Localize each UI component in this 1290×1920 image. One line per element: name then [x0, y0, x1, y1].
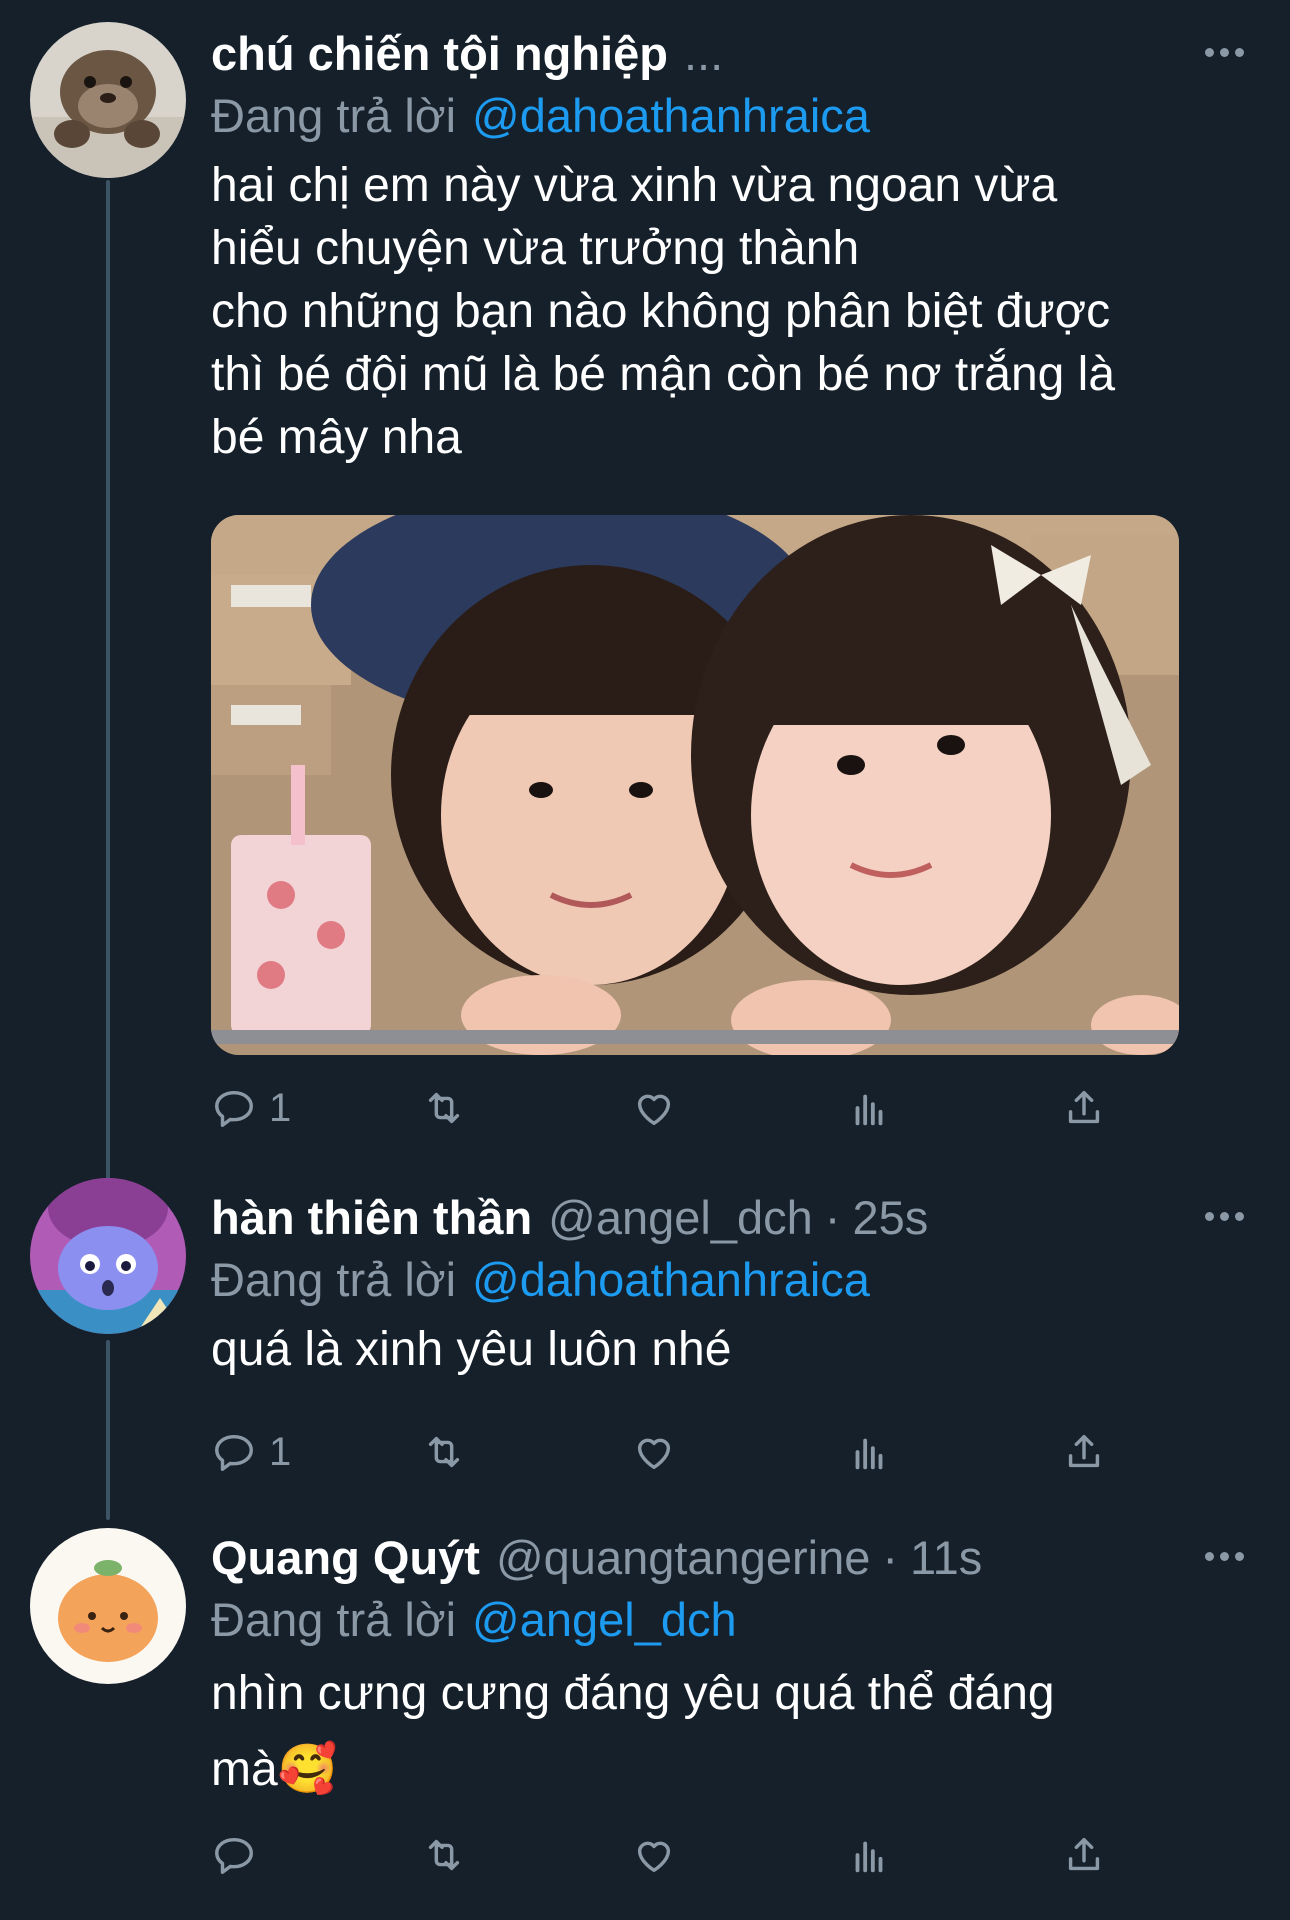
reply-icon [215, 1434, 253, 1471]
tweet-actions: 1 [211, 1422, 1141, 1482]
more-icon[interactable] [1194, 1196, 1254, 1236]
more-icon[interactable] [1194, 1536, 1254, 1576]
tweet-header: hàn thiên thần @angel_dch · 25s [211, 1186, 1250, 1248]
separator: · [824, 1190, 841, 1244]
tweet-text-line: nhìn cưng cưng đáng yêu quá thể đáng [211, 1667, 1055, 1720]
display-name[interactable]: hàn thiên thần [211, 1190, 532, 1245]
avatar-purple-cartoon[interactable] [30, 1178, 186, 1334]
reply-prefix: Đang trả lời [211, 1592, 457, 1646]
share-button[interactable] [1061, 1825, 1107, 1885]
reply-button[interactable] [211, 1825, 269, 1885]
tweet-text: hai chị em này vừa xinh vừa ngoan vừa hi… [211, 154, 1250, 469]
tweet-photo[interactable] [211, 515, 1179, 1055]
separator: · [882, 1530, 899, 1584]
reply-prefix: Đang trả lời [211, 88, 457, 142]
share-button[interactable] [1061, 1078, 1107, 1138]
share-icon [1068, 1837, 1100, 1871]
analytics-button[interactable] [846, 1825, 892, 1885]
tweet-text-line: mà🥰 [211, 1743, 338, 1796]
handle[interactable]: @angel_dch [548, 1190, 813, 1245]
retweet-button[interactable] [421, 1422, 467, 1482]
share-icon [1068, 1434, 1100, 1468]
display-name[interactable]: chú chiến tội nghiệp [211, 26, 668, 81]
heart-icon [637, 1438, 671, 1470]
heart-icon [637, 1841, 671, 1873]
tweet-text-line: bé mây nha [211, 411, 462, 464]
avatar-tangerine[interactable] [30, 1528, 186, 1684]
handle[interactable]: @quangtangerine [496, 1530, 870, 1585]
analytics-icon [855, 1841, 883, 1873]
name-truncation: ... [683, 26, 724, 80]
reply-prefix: Đang trả lời [211, 1252, 457, 1306]
like-button[interactable] [631, 1422, 677, 1482]
avatar-otter[interactable] [30, 22, 186, 178]
tweet-2[interactable]: hàn thiên thần @angel_dch · 25s Đang trả… [0, 1160, 1290, 1500]
retweet-icon [428, 1436, 460, 1468]
like-button[interactable] [631, 1078, 677, 1138]
tweet-text: quá là xinh yêu luôn nhé [211, 1318, 1250, 1381]
tweet-text: nhìn cưng cưng đáng yêu quá thể đáng mà🥰 [211, 1656, 1250, 1808]
reply-count: 1 [269, 1429, 292, 1474]
analytics-icon [855, 1438, 883, 1470]
retweet-icon [428, 1839, 460, 1871]
timestamp[interactable]: 11s [910, 1530, 982, 1585]
reply-button[interactable]: 1 [211, 1422, 291, 1482]
share-button[interactable] [1061, 1422, 1107, 1482]
display-name[interactable]: Quang Quýt [211, 1530, 480, 1585]
timestamp[interactable]: 25s [852, 1190, 928, 1245]
tweet-text-line: quá là xinh yêu luôn nhé [211, 1323, 732, 1376]
heart-icon [637, 1094, 671, 1126]
analytics-button[interactable] [846, 1078, 892, 1138]
reply-count: 1 [269, 1085, 292, 1130]
reply-context: Đang trả lời @angel_dch [211, 1588, 1250, 1650]
like-button[interactable] [631, 1825, 677, 1885]
tweet-actions [211, 1825, 1141, 1885]
reply-button[interactable]: 1 [211, 1078, 291, 1138]
tweet-text-line: thì bé đội mũ là bé mận còn bé nơ trắng … [211, 348, 1116, 401]
reply-context: Đang trả lời @dahoathanhraica [211, 84, 1250, 146]
tweet-header: chú chiến tội nghiệp ... [211, 22, 1250, 84]
tweet-3[interactable]: Quang Quýt @quangtangerine · 11s Đang tr… [0, 1500, 1290, 1920]
share-icon [1068, 1090, 1100, 1124]
tweet-1[interactable]: chú chiến tội nghiệp ... Đang trả lời @d… [0, 0, 1290, 1160]
more-icon[interactable] [1194, 32, 1254, 72]
reply-mention[interactable]: @dahoathanhraica [472, 88, 870, 143]
tweet-actions: 1 [211, 1078, 1141, 1138]
retweet-button[interactable] [421, 1078, 467, 1138]
tweet-text-line: hiểu chuyện vừa trưởng thành [211, 222, 860, 275]
reply-icon [215, 1090, 253, 1127]
reply-context: Đang trả lời @dahoathanhraica [211, 1248, 1250, 1310]
reply-mention[interactable]: @angel_dch [472, 1592, 737, 1647]
retweet-icon [428, 1092, 460, 1124]
analytics-button[interactable] [846, 1422, 892, 1482]
tweet-text-line: cho những bạn nào không phân biệt được [211, 285, 1111, 338]
retweet-button[interactable] [421, 1825, 467, 1885]
tweet-text-line: hai chị em này vừa xinh vừa ngoan vừa [211, 159, 1058, 212]
analytics-icon [855, 1094, 883, 1126]
tweet-header: Quang Quýt @quangtangerine · 11s [211, 1526, 1250, 1588]
reply-icon [215, 1837, 253, 1874]
reply-mention[interactable]: @dahoathanhraica [472, 1252, 870, 1307]
